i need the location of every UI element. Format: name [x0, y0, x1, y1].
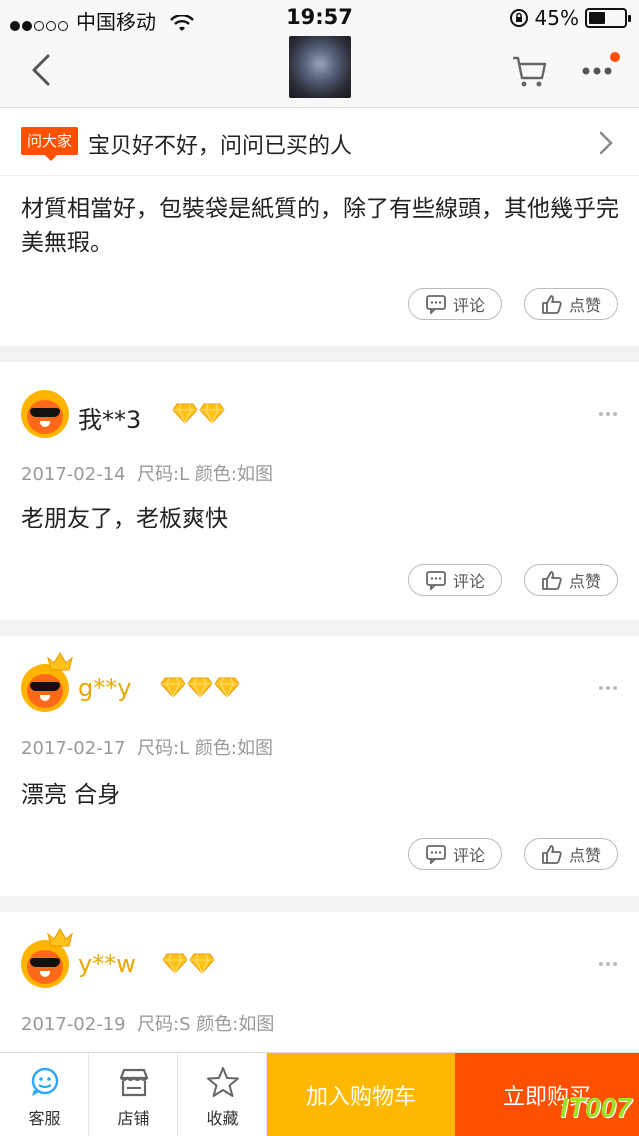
review-card: y**w 2017-02-19 尺码:S 颜色:如图 [0, 912, 639, 1052]
review-date: 2017-02-19 [21, 1014, 126, 1035]
review-card: g**y 2017-02-17 尺码:L 颜色:如图 漂亮 合身 评论 点赞 [0, 636, 639, 896]
review-meta: 2017-02-17 尺码:L 颜色:如图 [21, 734, 273, 760]
comment-icon [426, 571, 446, 590]
more-icon[interactable] [598, 960, 618, 968]
watermark-logo: IT007 [560, 1092, 632, 1123]
battery-icon [585, 8, 631, 28]
add-to-cart-button[interactable]: 加入购物车 [267, 1053, 455, 1136]
gem-icon [160, 677, 186, 698]
like-button[interactable]: 点赞 [524, 564, 618, 596]
favorite-label: 收藏 [206, 1109, 239, 1128]
review-spec: 尺码:L 颜色:如图 [137, 738, 273, 759]
top-nav [0, 36, 639, 108]
battery-percent: 45% [534, 6, 579, 30]
more-icon[interactable] [598, 410, 618, 418]
service-tab[interactable]: 客服 [0, 1053, 89, 1136]
favorite-tab[interactable]: 收藏 [178, 1053, 267, 1136]
like-label: 点赞 [568, 572, 601, 591]
status-right: 45% [509, 6, 631, 30]
ask-tag: 问大家 [21, 127, 78, 161]
gem-badges [160, 676, 240, 698]
review-meta: 2017-02-14 尺码:L 颜色:如图 [21, 460, 273, 486]
review-date: 2017-02-14 [21, 464, 126, 485]
like-button[interactable]: 点赞 [524, 838, 618, 870]
gem-badges [172, 402, 225, 424]
gem-icon [189, 953, 215, 974]
username: y**w [78, 950, 136, 978]
ask-text: 宝贝好不好，问问已买的人 [88, 134, 353, 159]
gem-badges [162, 952, 215, 974]
review-spec: 尺码:S 颜色:如图 [137, 1014, 275, 1035]
product-thumbnail[interactable] [289, 36, 351, 98]
rotation-lock-icon [509, 9, 528, 27]
like-label: 点赞 [568, 846, 601, 865]
comment-label: 评论 [452, 296, 485, 315]
gem-icon [214, 677, 240, 698]
comment-icon [426, 295, 446, 314]
username: g**y [78, 674, 132, 702]
status-bar: 中国移动 19:57 45% [0, 0, 639, 36]
avatar[interactable] [21, 390, 69, 438]
more-icon[interactable] [598, 684, 618, 692]
review-meta: 2017-02-19 尺码:S 颜色:如图 [21, 1010, 274, 1036]
shop-icon [119, 1068, 149, 1097]
gem-icon [187, 677, 213, 698]
like-button[interactable]: 点赞 [524, 288, 618, 320]
review-text: 老朋友了，老板爽快 [21, 506, 228, 532]
crown-icon [47, 652, 73, 671]
comment-label: 评论 [452, 572, 485, 591]
gem-icon [172, 403, 198, 424]
bottom-action-bar: 客服 店铺 收藏 加入购物车 立即购买 [0, 1052, 639, 1136]
gem-icon [199, 403, 225, 424]
comment-button[interactable]: 评论 [408, 564, 502, 596]
customer-service-icon [31, 1067, 59, 1096]
comment-button[interactable]: 评论 [408, 288, 502, 320]
star-icon [207, 1067, 239, 1097]
service-label: 客服 [28, 1109, 61, 1128]
notification-dot [610, 52, 620, 62]
thumbs-up-icon [542, 845, 562, 864]
review-card: 我**3 2017-02-14 尺码:L 颜色:如图 老朋友了，老板爽快 评论 … [0, 362, 639, 620]
crown-icon [47, 928, 73, 947]
review-date: 2017-02-17 [21, 738, 126, 759]
username: 我**3 [78, 406, 142, 434]
review-card: 材質相當好，包裝袋是紙質的，除了有些線頭，其他幾乎完美無瑕。 评论 点赞 [0, 176, 639, 346]
thumbs-up-icon [542, 571, 562, 590]
comment-button[interactable]: 评论 [408, 838, 502, 870]
shop-tab[interactable]: 店铺 [89, 1053, 178, 1136]
review-text: 漂亮 合身 [21, 782, 121, 808]
chevron-right-icon [599, 131, 613, 155]
like-label: 点赞 [568, 296, 601, 315]
ask-everyone-bar[interactable]: 问大家 宝贝好不好，问问已买的人 [0, 108, 639, 176]
review-text: 材質相當好，包裝袋是紙質的，除了有些線頭，其他幾乎完美無瑕。 [21, 196, 619, 256]
shop-label: 店铺 [117, 1109, 150, 1128]
chevron-left-icon[interactable] [22, 50, 62, 90]
thumbs-up-icon [542, 295, 562, 314]
gem-icon [162, 953, 188, 974]
comment-icon [426, 845, 446, 864]
comment-label: 评论 [452, 846, 485, 865]
review-spec: 尺码:L 颜色:如图 [137, 464, 273, 485]
cart-icon[interactable] [510, 52, 548, 90]
